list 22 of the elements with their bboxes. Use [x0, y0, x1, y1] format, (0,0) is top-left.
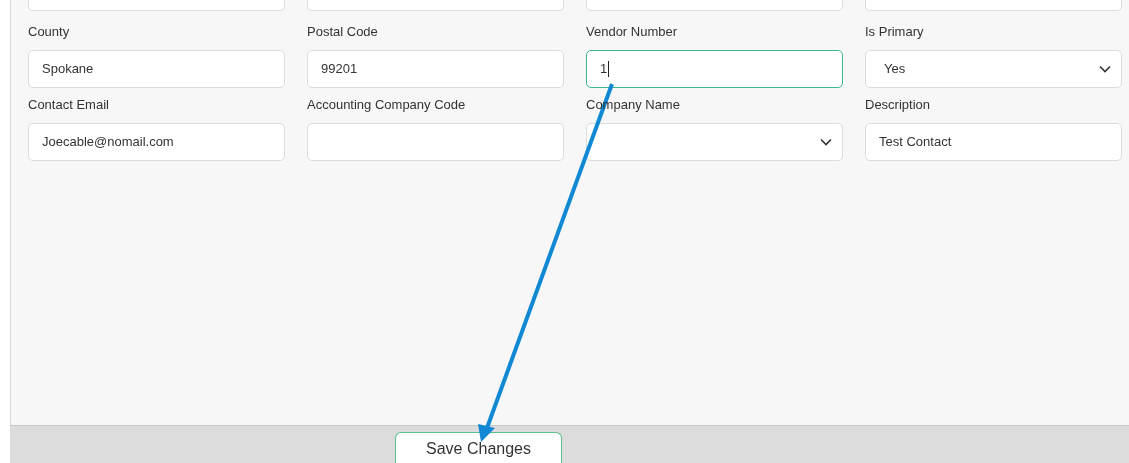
select-field[interactable]	[586, 123, 843, 161]
field-label: County	[28, 23, 70, 41]
input-field[interactable]	[586, 0, 843, 11]
input-field[interactable]	[307, 0, 564, 11]
field-label: Accounting Company Code	[307, 96, 466, 114]
input-field[interactable]: 1	[586, 50, 843, 88]
field-label: Vendor Number	[586, 23, 678, 41]
chevron-down-icon	[1099, 65, 1111, 73]
input-field[interactable]	[307, 123, 564, 161]
input-field[interactable]: Joecable@nomail.com	[28, 123, 285, 161]
input-field[interactable]: Test Contact	[865, 123, 1122, 161]
select-field[interactable]: Yes	[865, 50, 1122, 88]
input-field[interactable]	[865, 0, 1122, 11]
input-field[interactable]: 99201	[307, 50, 564, 88]
save-changes-button[interactable]: Save Changes	[395, 432, 562, 463]
field-label: Description	[865, 96, 931, 114]
input-field[interactable]: Spokane	[28, 50, 285, 88]
field-label: Contact Email	[28, 96, 109, 114]
field-label: Postal Code	[307, 23, 378, 41]
input-field[interactable]	[28, 0, 285, 11]
chevron-down-icon	[820, 138, 832, 146]
field-label: Is Primary	[865, 23, 924, 41]
